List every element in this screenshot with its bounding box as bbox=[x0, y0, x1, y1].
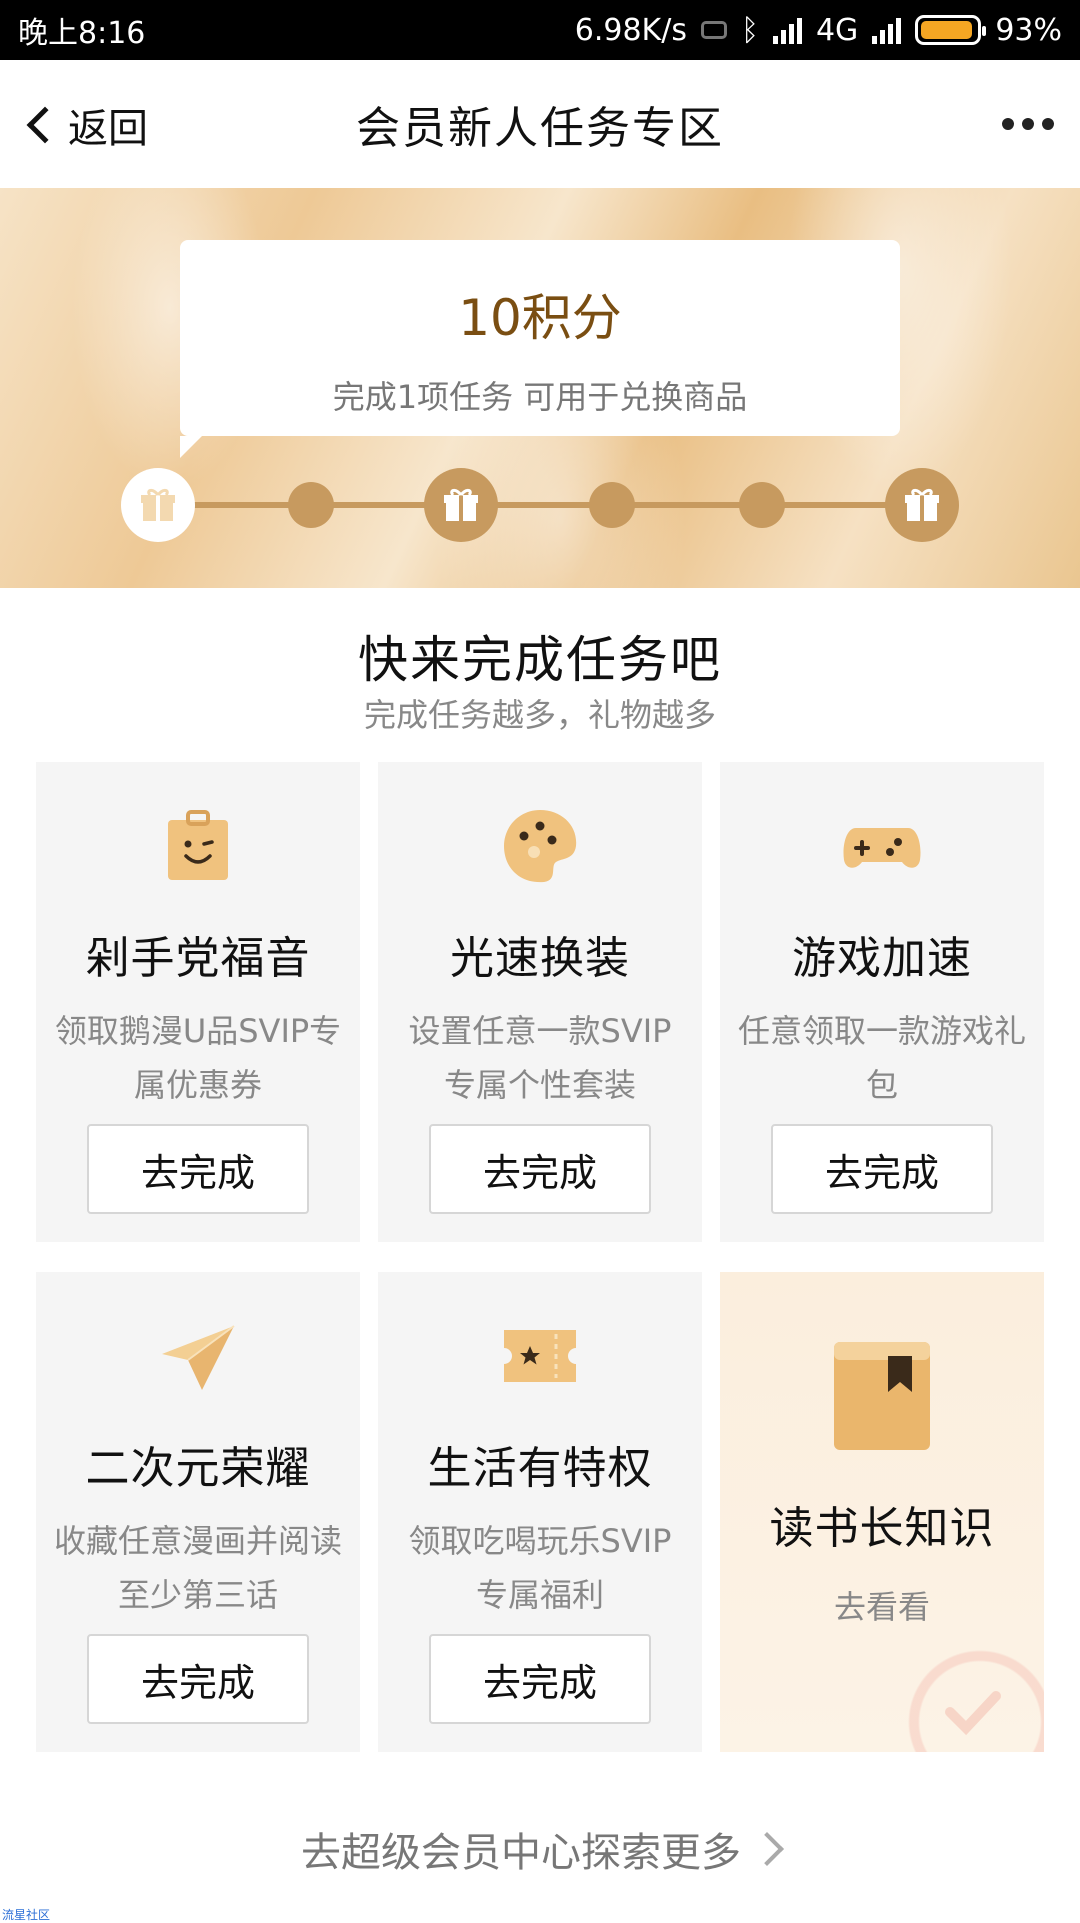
complete-task-button[interactable]: 去完成 bbox=[87, 1124, 309, 1214]
progress-dot-node bbox=[739, 482, 785, 528]
progress-gift-node bbox=[121, 468, 195, 542]
featured-task-title: 读书长知识 bbox=[769, 1503, 995, 1554]
task-card[interactable]: 生活有特权 领取吃喝玩乐SVIP专属福利 去完成 bbox=[378, 1272, 702, 1752]
status-time: 晚上8:16 bbox=[18, 16, 146, 51]
complete-task-button[interactable]: 去完成 bbox=[429, 1124, 651, 1214]
explore-more-link[interactable]: 去超级会员中心探索更多 bbox=[0, 1820, 1080, 1878]
page-title: 会员新人任务专区 bbox=[356, 103, 724, 154]
bluetooth-icon: ᛒ bbox=[740, 12, 759, 48]
gift-icon bbox=[444, 488, 478, 521]
task-description: 领取吃喝玩乐SVIP专属福利 bbox=[408, 1522, 672, 1614]
points-value: 10积分 bbox=[458, 289, 622, 347]
shopping-bag-icon bbox=[168, 810, 228, 880]
status-bar: 晚上8:16 6.98K/s ᛒ 4G 93% bbox=[0, 0, 1080, 60]
task-title: 生活有特权 bbox=[427, 1443, 653, 1494]
battery-percent: 93% bbox=[995, 12, 1062, 48]
featured-task-link[interactable]: 去看看 bbox=[720, 1582, 1044, 1628]
palette-icon bbox=[504, 810, 577, 883]
paper-plane-icon bbox=[162, 1325, 235, 1390]
battery-icon bbox=[915, 15, 987, 45]
dot-icon bbox=[1022, 118, 1034, 130]
back-button[interactable]: 返回 bbox=[22, 96, 148, 154]
progress-dot-node bbox=[288, 482, 334, 528]
nav-bar: 返回 会员新人任务专区 bbox=[0, 60, 1080, 188]
chevron-left-icon bbox=[26, 106, 64, 144]
back-label: 返回 bbox=[68, 106, 148, 152]
gamepad-icon bbox=[843, 828, 921, 868]
points-banner: 10积分 完成1项任务 可用于兑换商品 bbox=[0, 188, 1080, 588]
section-subtitle: 完成任务越多，礼物越多 bbox=[363, 696, 716, 734]
task-title: 剁手党福音 bbox=[85, 933, 311, 984]
task-description: 收藏任意漫画并阅读至少第三话 bbox=[54, 1522, 343, 1614]
task-card[interactable]: 游戏加速 任意领取一款游戏礼包 去完成 bbox=[720, 762, 1044, 1242]
task-card[interactable]: 光速换装 设置任意一款SVIP专属个性套装 去完成 bbox=[378, 762, 702, 1242]
task-description: 设置任意一款SVIP专属个性套装 bbox=[408, 1012, 672, 1104]
complete-task-button[interactable]: 去完成 bbox=[771, 1124, 993, 1214]
signal-icon bbox=[772, 16, 802, 44]
watermark: 流星社区 bbox=[2, 1908, 51, 1922]
task-card[interactable]: 剁手党福音 领取鹅漫U品SVIP专属优惠券 去完成 bbox=[36, 762, 360, 1242]
book-icon bbox=[834, 1342, 930, 1450]
network-type: 4G bbox=[815, 12, 859, 48]
task-title: 光速换装 bbox=[450, 933, 630, 984]
more-options-button[interactable] bbox=[1002, 118, 1054, 130]
progress-track bbox=[158, 502, 922, 508]
task-description: 领取鹅漫U品SVIP专属优惠券 bbox=[54, 1012, 342, 1104]
points-bubble: 10积分 完成1项任务 可用于兑换商品 bbox=[180, 240, 900, 458]
task-title: 二次元荣耀 bbox=[85, 1443, 311, 1494]
task-title: 游戏加速 bbox=[792, 933, 972, 984]
checkmark-stamp-icon bbox=[945, 1691, 1001, 1736]
explore-more-label: 去超级会员中心探索更多 bbox=[301, 1830, 741, 1876]
dot-icon bbox=[1042, 118, 1054, 130]
ticket-icon bbox=[504, 1330, 576, 1382]
complete-task-button[interactable]: 去完成 bbox=[87, 1634, 309, 1724]
task-description: 任意领取一款游戏礼包 bbox=[738, 1012, 1027, 1104]
complete-task-button[interactable]: 去完成 bbox=[429, 1634, 651, 1724]
progress-gift-node bbox=[885, 468, 959, 542]
featured-task-card[interactable]: 读书长知识 去看看 bbox=[720, 1272, 1044, 1752]
gift-icon bbox=[905, 488, 939, 521]
network-speed: 6.98K/s bbox=[574, 12, 687, 48]
progress-dot-node bbox=[589, 482, 635, 528]
section-title: 快来完成任务吧 bbox=[358, 631, 722, 689]
points-description: 完成1项任务 可用于兑换商品 bbox=[332, 378, 748, 416]
gift-icon bbox=[141, 488, 175, 521]
vibrate-icon bbox=[700, 21, 727, 39]
progress-gift-node bbox=[424, 468, 498, 542]
dot-icon bbox=[1002, 118, 1014, 130]
signal-icon-2 bbox=[872, 16, 902, 44]
task-card[interactable]: 二次元荣耀 收藏任意漫画并阅读至少第三话 去完成 bbox=[36, 1272, 360, 1752]
chevron-right-icon bbox=[750, 1832, 784, 1866]
